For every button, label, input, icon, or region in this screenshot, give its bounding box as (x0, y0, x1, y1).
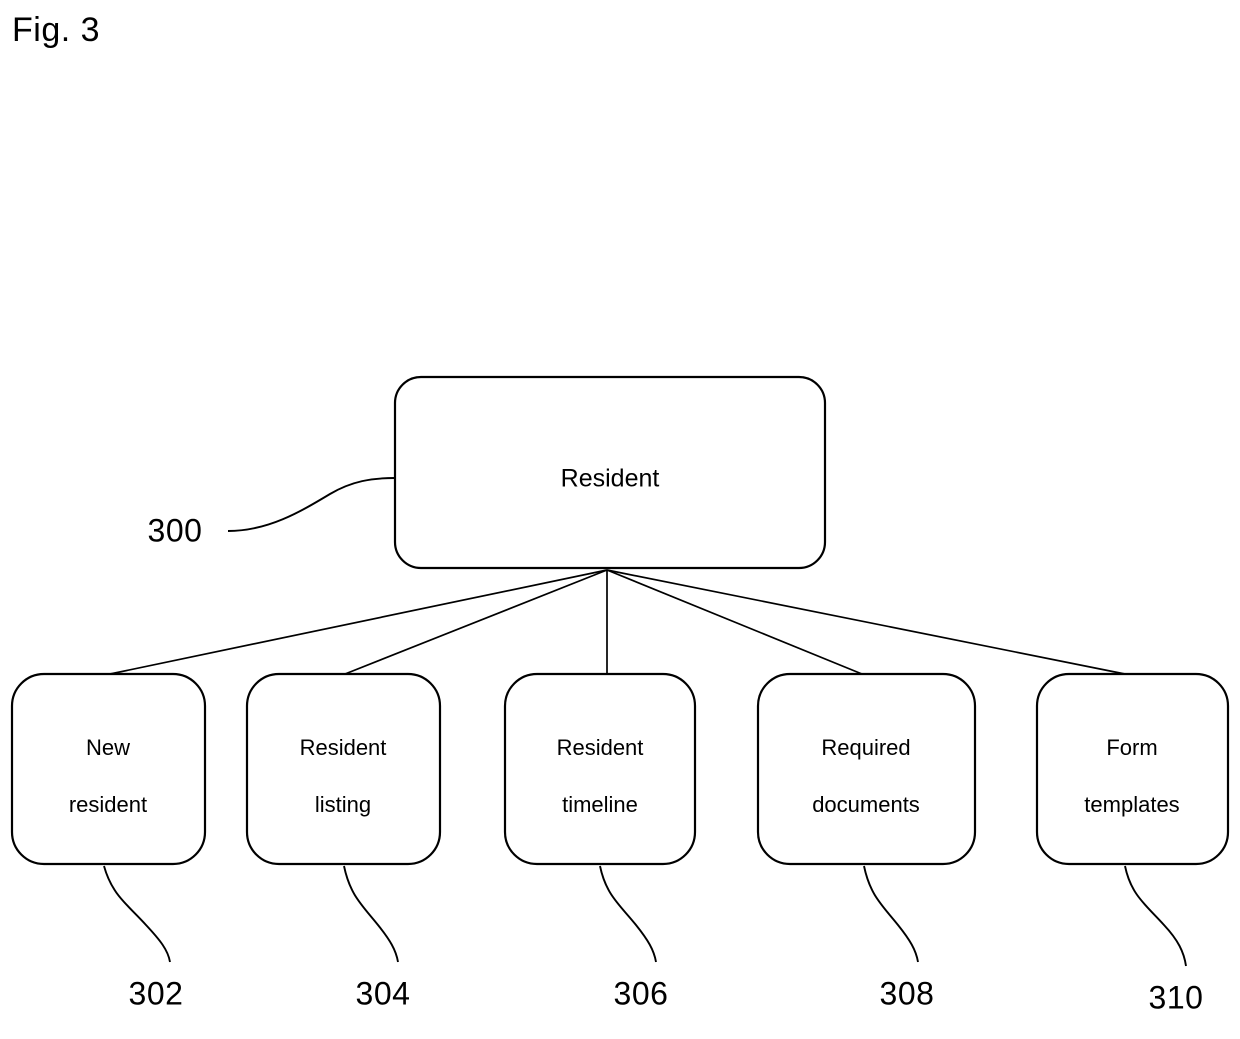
node-resident-timeline[interactable]: Resident timeline (503, 672, 697, 866)
reference-callout-304: 304 (343, 865, 411, 1011)
connector-root-to-child-5 (606, 569, 1126, 675)
leader-line-306 (599, 865, 657, 963)
node-resident-listing-label-line1: Resident (300, 735, 387, 760)
reference-callout-308: 308 (863, 865, 935, 1011)
leader-line-308 (863, 865, 919, 963)
leader-line-302 (103, 865, 171, 963)
node-required-documents-label-line1: Required (821, 735, 910, 760)
node-new-resident-label-line1: New (86, 735, 130, 760)
node-resident-label: Resident (561, 465, 660, 493)
tree-diagram: Resident 300 New resident 302 Resident l… (10, 375, 1230, 1015)
reference-number-300: 300 (148, 512, 203, 548)
reference-callout-302: 302 (103, 865, 184, 1011)
reference-number-304: 304 (356, 975, 411, 1011)
node-form-templates[interactable]: Form templates (1035, 672, 1230, 866)
node-required-documents[interactable]: Required documents (756, 672, 977, 866)
connector-root-to-child-1 (109, 569, 608, 675)
node-resident-listing-box[interactable] (245, 672, 442, 866)
node-required-documents-label-line2: documents (812, 792, 920, 817)
leader-line-304 (343, 865, 399, 963)
patent-figure: Fig. 3 Resident 300 New resident 302 Res… (0, 0, 1240, 1039)
leader-line-310 (1124, 865, 1187, 967)
node-resident-listing[interactable]: Resident listing (245, 672, 442, 866)
node-new-resident-box[interactable] (10, 672, 207, 866)
connector-group (109, 569, 1126, 675)
reference-number-308: 308 (880, 975, 935, 1011)
node-resident-timeline-label-line2: timeline (562, 792, 638, 817)
connector-root-to-child-4 (606, 569, 863, 675)
node-new-resident-label-line2: resident (69, 792, 147, 817)
node-new-resident[interactable]: New resident (10, 672, 207, 866)
node-form-templates-label-line1: Form (1106, 735, 1157, 760)
node-resident-timeline-box[interactable] (503, 672, 697, 866)
reference-number-306: 306 (614, 975, 669, 1011)
node-form-templates-label-line2: templates (1084, 792, 1179, 817)
reference-callout-310: 310 (1124, 865, 1204, 1015)
connector-root-to-child-2 (344, 569, 608, 675)
reference-callout-300: 300 (148, 477, 396, 548)
node-resident-timeline-label-line1: Resident (557, 735, 644, 760)
node-resident-listing-label-line2: listing (315, 792, 371, 817)
reference-callout-306: 306 (599, 865, 669, 1011)
reference-number-310: 310 (1149, 979, 1204, 1015)
node-resident[interactable]: Resident (393, 375, 827, 570)
leader-line-300 (227, 477, 396, 532)
node-form-templates-box[interactable] (1035, 672, 1230, 866)
reference-number-302: 302 (129, 975, 184, 1011)
node-required-documents-box[interactable] (756, 672, 977, 866)
